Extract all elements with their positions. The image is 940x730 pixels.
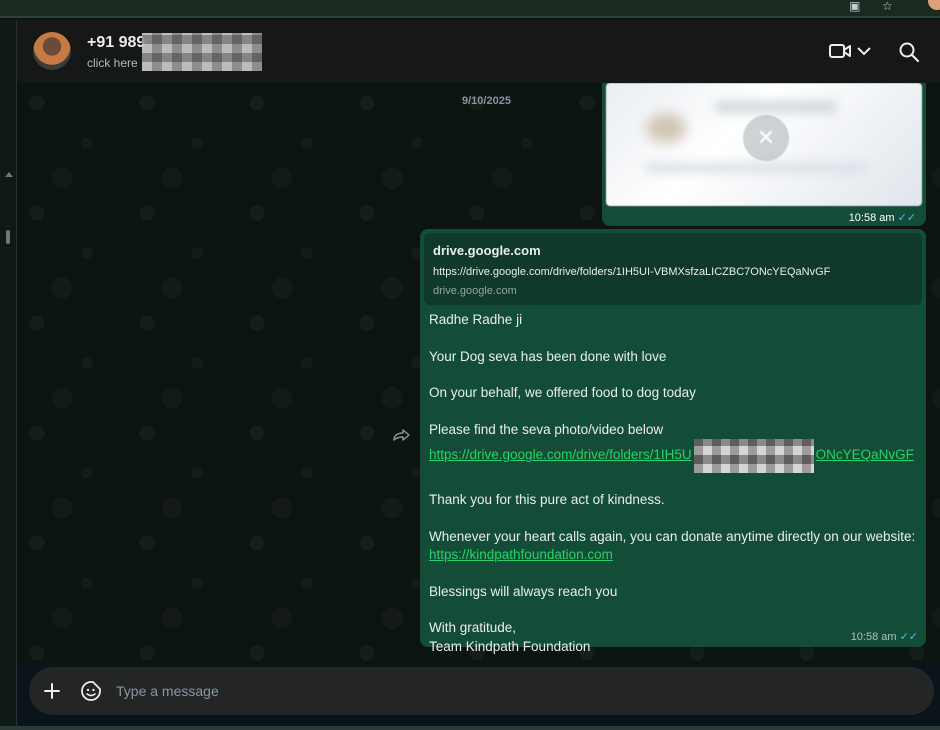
- link-preview-title: drive.google.com: [433, 243, 541, 258]
- website-link[interactable]: https://kindpathfoundation.com: [429, 547, 613, 562]
- message-input[interactable]: [116, 679, 896, 703]
- redacted-contact-info: [142, 33, 262, 71]
- forward-icon[interactable]: [392, 428, 412, 442]
- left-scroll-rail: [0, 20, 17, 730]
- redacted-link-part: [693, 439, 814, 474]
- cancel-download-icon[interactable]: ✕: [743, 115, 789, 161]
- message-line: Radhe Radhe ji: [429, 312, 523, 327]
- message-meta: 10:58 am ✓✓: [851, 630, 918, 643]
- message-line: On your behalf, we offered food to dog t…: [429, 385, 696, 401]
- chat-header[interactable]: +91 989 click here: [17, 20, 940, 83]
- drive-link[interactable]: https://drive.google.com/drive/folders/1…: [429, 447, 692, 462]
- drive-link-tail[interactable]: ONcYEQaNvGF: [816, 447, 914, 462]
- message-meta: 10:58 am ✓✓: [849, 211, 916, 224]
- drive-link-line: https://drive.google.com/drive/folders/1…: [429, 439, 917, 474]
- scroll-up-arrow-icon[interactable]: [5, 172, 13, 177]
- search-icon[interactable]: [898, 41, 920, 63]
- donate-paragraph: Whenever your heart calls again, you can…: [429, 528, 917, 565]
- image-message[interactable]: ✕ 10:58 am ✓✓: [602, 83, 926, 226]
- read-receipt-icon: ✓✓: [897, 212, 916, 224]
- contact-subtitle[interactable]: click here: [87, 56, 138, 70]
- link-preview-domain: drive.google.com: [433, 285, 517, 297]
- contact-name[interactable]: +91 989: [87, 34, 145, 52]
- message-line: Your Dog seva has been done with love: [429, 348, 667, 364]
- message-line: Blessings will always reach you: [429, 583, 618, 599]
- video-call-icon[interactable]: [829, 42, 851, 60]
- sticker-emoji-icon[interactable]: [80, 680, 102, 702]
- signoff-line: With gratitude,: [429, 620, 517, 636]
- cast-icon[interactable]: ▣: [849, 0, 860, 12]
- message-line: Whenever your heart calls again, you can…: [429, 528, 916, 544]
- bottom-divider: [0, 726, 940, 730]
- chat-area[interactable]: 9/10/2025 ✕ 10:58 am ✓✓ drive.google.com …: [17, 83, 940, 664]
- message-body: Radhe Radhe ji Your Dog seva has been do…: [424, 305, 922, 656]
- text-message[interactable]: drive.google.com https://drive.google.co…: [420, 229, 926, 654]
- profile-avatar[interactable]: [928, 0, 940, 10]
- image-thumbnail[interactable]: ✕: [606, 83, 922, 206]
- signoff: With gratitude, Team Kindpath Foundation: [429, 619, 917, 656]
- message-composer[interactable]: [29, 667, 934, 715]
- seva-paragraph: Please find the seva photo/video below h…: [429, 421, 917, 474]
- message-line: Please find the seva photo/video below: [429, 421, 664, 437]
- window-top-strip: ▣ ☆: [0, 0, 940, 18]
- composer-bar: [17, 664, 940, 730]
- link-preview-card[interactable]: drive.google.com https://drive.google.co…: [424, 233, 922, 305]
- attach-plus-icon[interactable]: [41, 680, 63, 702]
- chevron-down-icon[interactable]: [855, 42, 873, 60]
- scrollbar-thumb[interactable]: [6, 230, 10, 244]
- message-time: 10:58 am: [848, 212, 895, 224]
- read-receipt-icon: ✓✓: [899, 631, 918, 643]
- message-time: 10:58 am: [850, 631, 897, 643]
- date-chip: 9/10/2025: [462, 95, 511, 107]
- message-line: Thank you for this pure act of kindness.: [429, 492, 665, 508]
- link-preview-url: https://drive.google.com/drive/folders/1…: [433, 266, 831, 278]
- star-icon[interactable]: ☆: [882, 0, 893, 12]
- signoff-line: Team Kindpath Foundation: [429, 638, 591, 654]
- contact-avatar[interactable]: [33, 32, 71, 70]
